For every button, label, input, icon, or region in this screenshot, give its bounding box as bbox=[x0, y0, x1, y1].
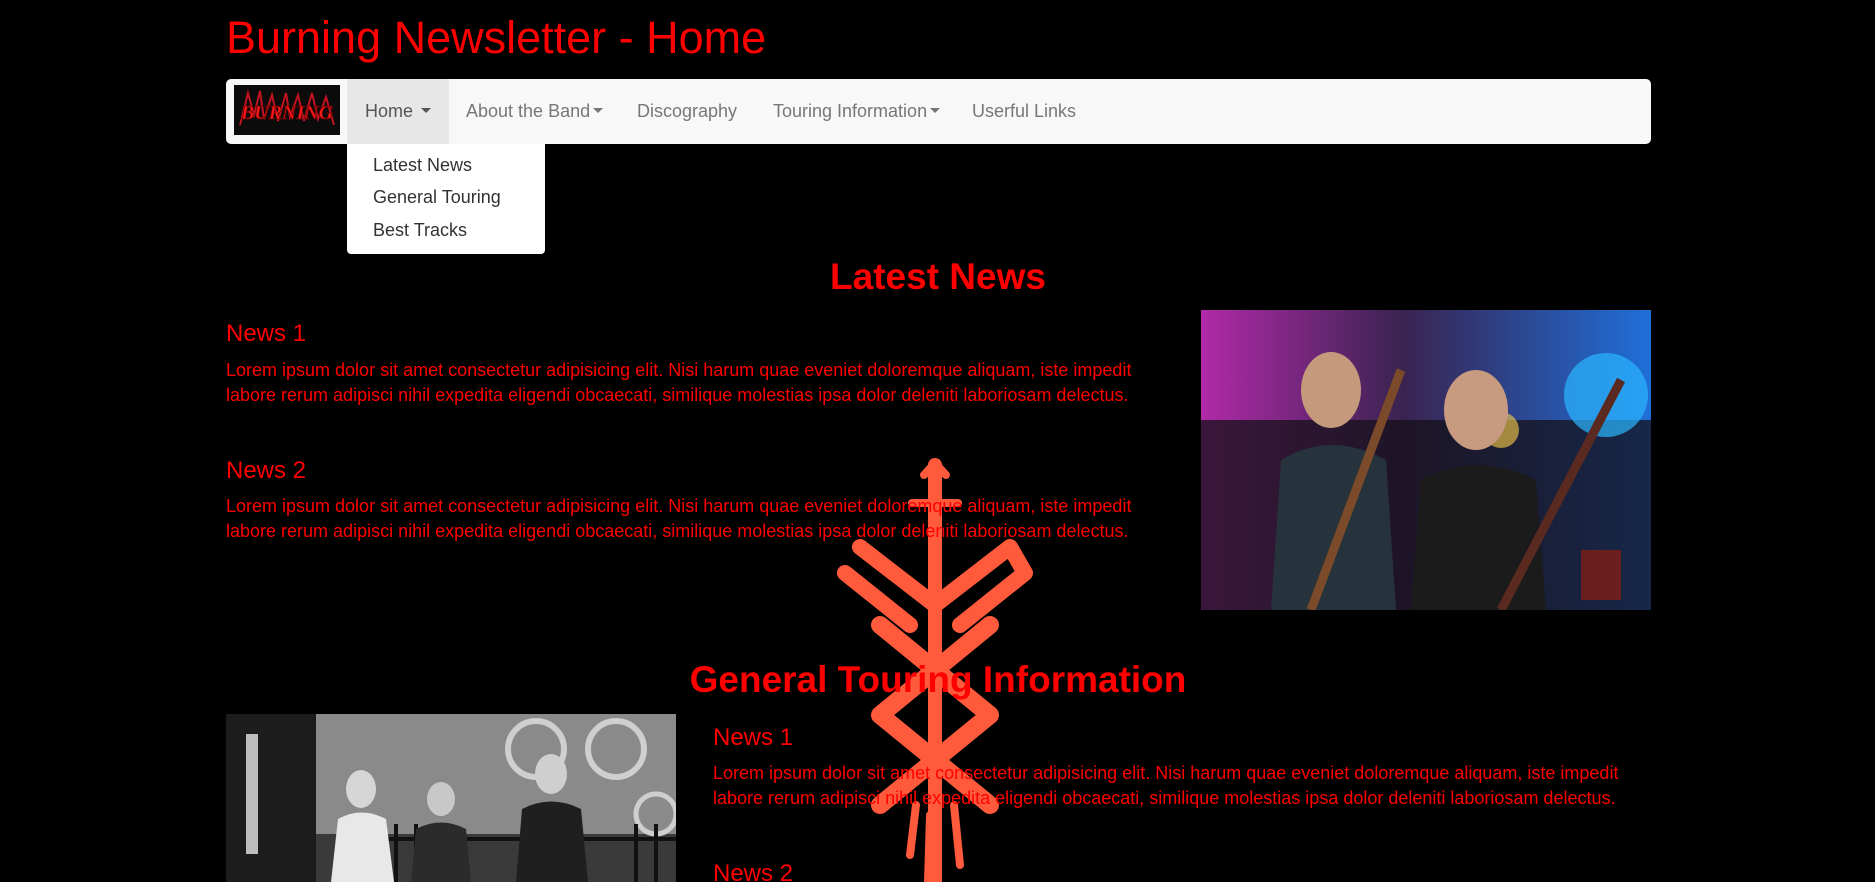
brand-logo-text: BURNING bbox=[240, 102, 334, 124]
brand-logo-image: BURNING bbox=[234, 85, 340, 135]
latest-news-1-heading: News 1 bbox=[226, 320, 307, 347]
page-title: Burning Newsletter - Home bbox=[226, 12, 767, 63]
touring-1-heading: News 1 bbox=[713, 724, 794, 751]
caret-down-icon bbox=[421, 108, 431, 114]
touring-1-body: Lorem ipsum dolor sit amet consectetur a… bbox=[713, 763, 1619, 808]
caret-down-icon bbox=[593, 108, 604, 114]
caret-down-icon bbox=[930, 108, 941, 114]
latest-news-2-heading: News 2 bbox=[226, 457, 307, 484]
band-group-photo bbox=[226, 714, 676, 882]
dropdown-item-general-touring[interactable]: General Touring bbox=[373, 187, 501, 208]
nav-item-touring-label: Touring Information bbox=[773, 101, 928, 121]
nav-item-discography-label: Discography bbox=[637, 101, 738, 121]
nav-item-userful-links[interactable]: Userful Links bbox=[972, 79, 1076, 144]
touring-title: General Touring Information bbox=[689, 659, 1187, 700]
band-live-photo bbox=[1201, 310, 1651, 610]
home-dropdown-menu: Latest News General Touring Best Tracks bbox=[347, 144, 545, 254]
touring-2-heading: News 2 bbox=[713, 860, 794, 882]
dropdown-item-latest-news[interactable]: Latest News bbox=[373, 155, 472, 176]
nav-item-discography[interactable]: Discography bbox=[637, 79, 737, 144]
nav-item-about-label: About the Band bbox=[466, 101, 591, 121]
navbar: BURNING Home About the Band Discography … bbox=[226, 79, 1651, 144]
nav-item-touring-information[interactable]: Touring Information bbox=[773, 79, 941, 144]
latest-news-2-body: Lorem ipsum dolor sit amet consectetur a… bbox=[226, 496, 1132, 541]
latest-news-1-body: Lorem ipsum dolor sit amet consectetur a… bbox=[226, 360, 1132, 405]
nav-item-links-label: Userful Links bbox=[972, 101, 1077, 121]
nav-item-home[interactable]: Home bbox=[347, 79, 449, 144]
nav-item-home-label: Home bbox=[364, 101, 413, 121]
brand-logo[interactable]: BURNING bbox=[234, 85, 340, 135]
dropdown-item-best-tracks[interactable]: Best Tracks bbox=[373, 220, 467, 241]
latest-news-title: Latest News bbox=[830, 256, 1046, 297]
page: Burning Newsletter - Home BURNING Home A… bbox=[0, 0, 1875, 882]
nav-item-about-the-band[interactable]: About the Band bbox=[466, 79, 604, 144]
